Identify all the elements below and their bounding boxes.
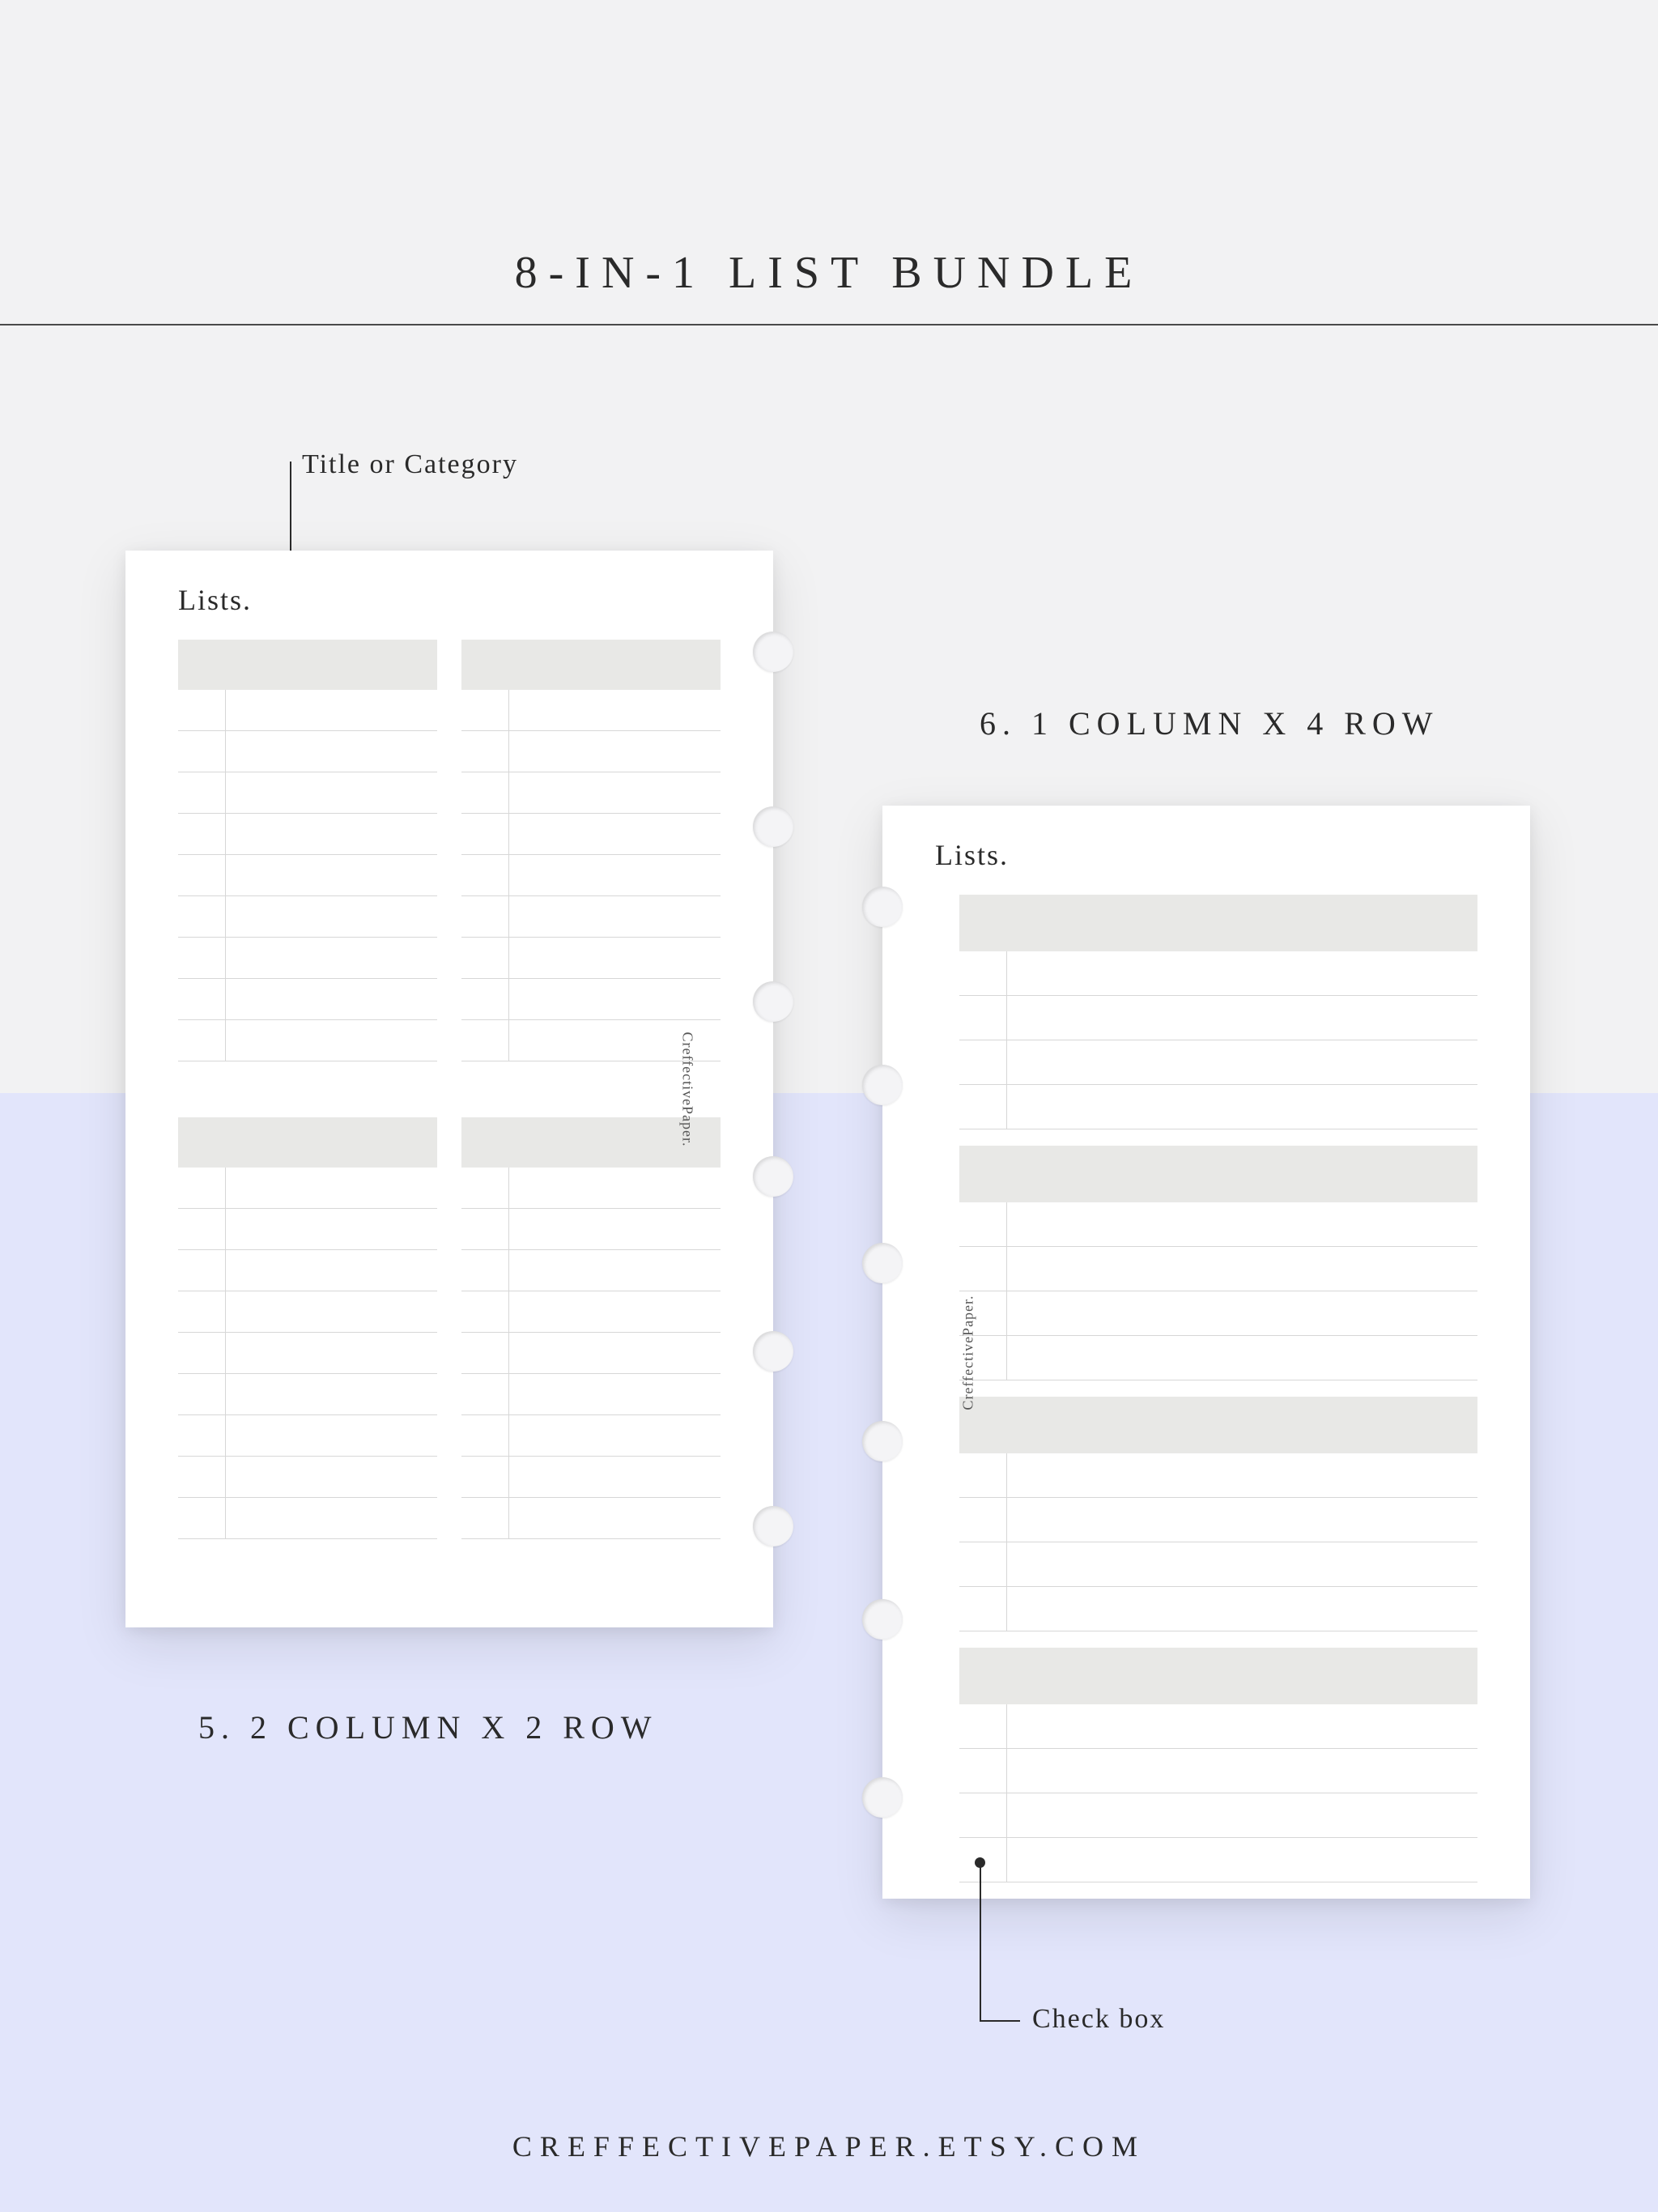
binder-hole-icon bbox=[862, 1421, 903, 1461]
watermark: CreffectivePaper. bbox=[960, 1295, 977, 1410]
template-page-1x4: Lists. CreffectivePaper. bbox=[882, 806, 1530, 1899]
list-title-bar bbox=[959, 1146, 1477, 1202]
binder-hole-icon bbox=[862, 1065, 903, 1105]
list-block bbox=[959, 1397, 1477, 1631]
list-block bbox=[178, 1117, 437, 1539]
list-lines bbox=[461, 1168, 721, 1539]
binder-hole-icon bbox=[862, 887, 903, 927]
list-block bbox=[959, 1146, 1477, 1380]
page-heading: Lists. bbox=[935, 838, 1009, 872]
binder-hole-icon bbox=[862, 1599, 903, 1640]
list-title-bar bbox=[178, 640, 437, 690]
binder-hole-icon bbox=[862, 1243, 903, 1283]
main-title: 8-IN-1 LIST BUNDLE bbox=[0, 247, 1658, 299]
callout-leader-line bbox=[980, 2020, 1020, 2022]
list-title-bar bbox=[959, 895, 1477, 951]
callout-leader-line bbox=[980, 1862, 981, 2020]
template-page-2x2: Lists. CreffectivePaper. bbox=[125, 551, 773, 1627]
callout-title-or-category: Title or Category bbox=[302, 449, 518, 480]
list-title-bar bbox=[178, 1117, 437, 1168]
binder-hole-icon bbox=[862, 1777, 903, 1818]
list-block bbox=[178, 640, 437, 1061]
list-lines bbox=[959, 1453, 1477, 1631]
list-block bbox=[959, 1648, 1477, 1882]
footer-credit: CREFFECTIVEPAPER.ETSY.COM bbox=[0, 2129, 1658, 2163]
list-title-bar bbox=[461, 640, 721, 690]
binder-hole-icon bbox=[753, 1506, 793, 1546]
list-block bbox=[461, 1117, 721, 1539]
binder-hole-icon bbox=[753, 632, 793, 672]
list-block bbox=[461, 640, 721, 1061]
title-rule bbox=[0, 324, 1658, 325]
template-caption-right: 6. 1 COLUMN X 4 ROW bbox=[980, 704, 1439, 742]
binder-holes bbox=[862, 887, 903, 1818]
list-lines bbox=[959, 1202, 1477, 1380]
binder-hole-icon bbox=[753, 806, 793, 847]
page-heading: Lists. bbox=[178, 583, 252, 617]
list-title-bar bbox=[959, 1397, 1477, 1453]
list-lines bbox=[178, 690, 437, 1061]
watermark: CreffectivePaper. bbox=[678, 1032, 695, 1146]
callout-check-box: Check box bbox=[1032, 2004, 1165, 2035]
list-lines bbox=[178, 1168, 437, 1539]
list-lines bbox=[959, 1704, 1477, 1882]
list-lines bbox=[959, 951, 1477, 1129]
binder-hole-icon bbox=[753, 981, 793, 1022]
binder-hole-icon bbox=[753, 1156, 793, 1197]
list-block bbox=[959, 895, 1477, 1129]
list-title-bar bbox=[959, 1648, 1477, 1704]
binder-holes bbox=[753, 632, 793, 1546]
binder-hole-icon bbox=[753, 1331, 793, 1372]
list-lines bbox=[461, 690, 721, 1061]
template-caption-left: 5. 2 COLUMN X 2 ROW bbox=[198, 1708, 658, 1746]
